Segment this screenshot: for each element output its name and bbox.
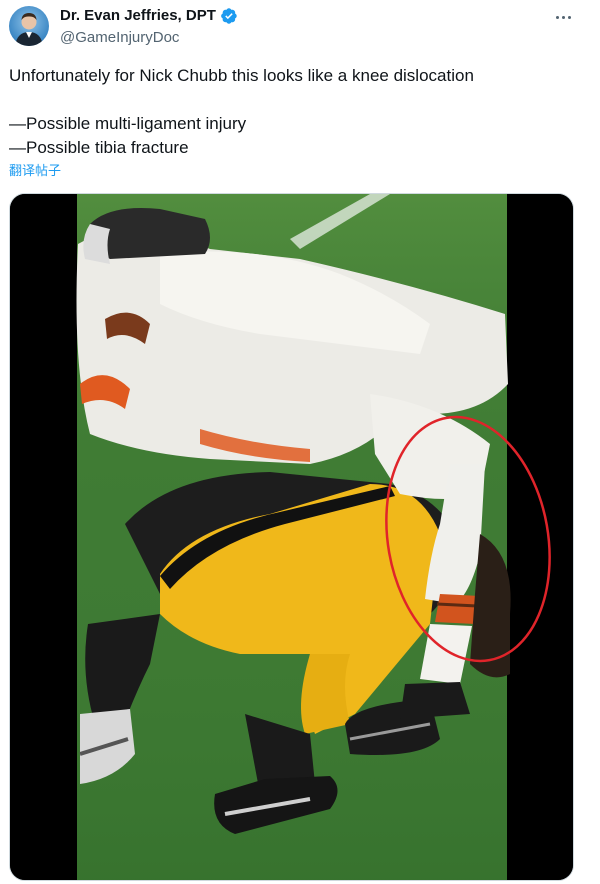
author-handle[interactable]: @GameInjuryDoc <box>60 28 238 48</box>
video-frame-image <box>10 194 573 880</box>
tweet-video[interactable] <box>9 193 574 881</box>
tweet-card: Dr. Evan Jeffries, DPT @GameInjuryDoc Un… <box>0 0 600 884</box>
more-options-icon[interactable] <box>552 8 574 26</box>
verified-badge-icon <box>221 8 237 24</box>
author-block: Dr. Evan Jeffries, DPT @GameInjuryDoc <box>60 6 238 48</box>
tweet-text-line: —Possible multi-ligament injury <box>9 114 247 133</box>
tweet-text: Unfortunately for Nick Chubb this looks … <box>9 64 579 160</box>
avatar[interactable] <box>9 6 49 46</box>
tweet-text-line: Unfortunately for Nick Chubb this looks … <box>9 66 474 85</box>
author-name[interactable]: Dr. Evan Jeffries, DPT <box>60 6 216 26</box>
tweet-text-line: —Possible tibia fracture <box>9 138 189 157</box>
avatar-icon <box>15 13 43 46</box>
translate-post-link[interactable]: 翻译帖子 <box>9 162 61 180</box>
